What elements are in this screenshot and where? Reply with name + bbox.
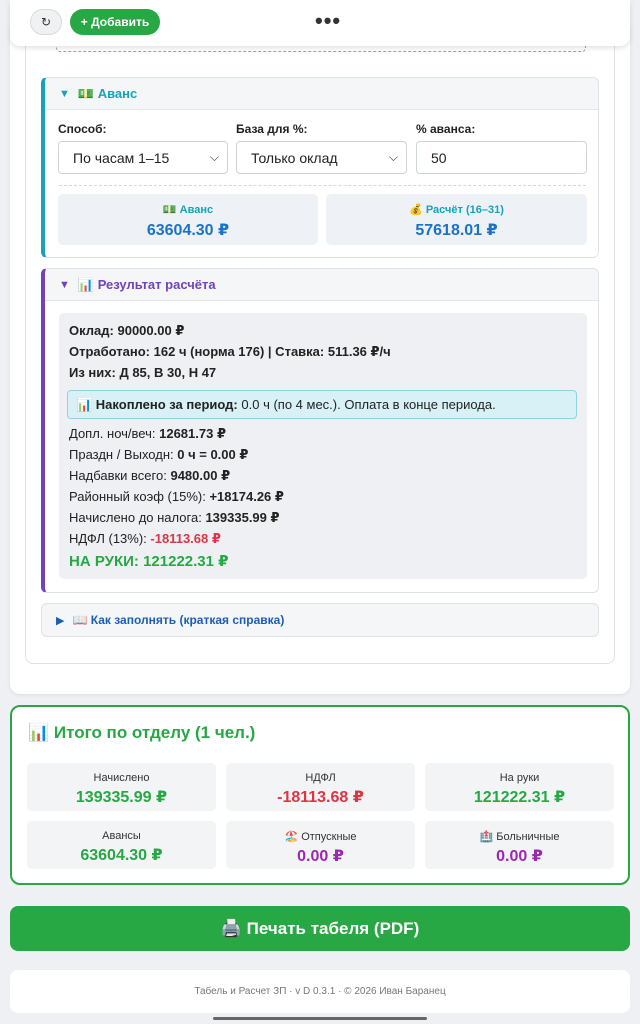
divider [59, 185, 586, 186]
base-select-value: Только оклад [251, 149, 338, 166]
summary-net: На руки 121222.31 ₽ [425, 763, 614, 811]
summary-vacation: 🏖️ Отпускные 0.00 ₽ [226, 821, 415, 869]
summary-accrued: Начислено 139335.99 ₽ [27, 763, 216, 811]
method-select-value: По часам 1–15 [73, 149, 170, 166]
avans-stat-label: 💵 Аванс [162, 204, 214, 216]
percent-input[interactable]: 50 [416, 141, 587, 174]
help-section-title: 📖 Как заполнять (краткая справка) [72, 613, 285, 627]
avans-stat-value: 63604.30 ₽ [146, 222, 230, 239]
night-line: Допл. ноч/веч: 12681.73 ₽ [69, 426, 226, 441]
percent-label: % аванса: [416, 122, 476, 136]
result-section-toggle[interactable]: ▼ 📊 Результат расчёта [45, 269, 598, 301]
split-line: Из них: Д 85, В 30, Н 47 [69, 365, 217, 380]
net-line: НА РУКИ: 121222.31 ₽ [69, 553, 229, 570]
percent-input-value: 50 [431, 149, 447, 166]
top-bar: ↻ + Добавить ••• [10, 0, 630, 46]
avans-section-title: 💵 Аванс [77, 85, 138, 101]
salary-line: Оклад: 90000.00 ₽ [69, 323, 185, 338]
summary-sick: 🏥 Больничные 0.00 ₽ [425, 821, 614, 869]
refresh-button[interactable]: ↻ [30, 9, 62, 35]
calc-stat-label: 💰 Расчёт (16–31) [409, 204, 504, 216]
gross-line: Начислено до налога: 139335.99 ₽ [69, 510, 280, 525]
print-timesheet-button[interactable]: 🖨️ Печать табеля (PDF) [10, 906, 630, 951]
result-body: Оклад: 90000.00 ₽ Отработано: 162 ч (нор… [59, 313, 587, 579]
holiday-line: Праздн / Выходн: 0 ч = 0.00 ₽ [69, 447, 249, 462]
triangle-down-icon: ▼ [59, 87, 70, 100]
triangle-down-icon: ▼ [59, 278, 70, 291]
method-select[interactable]: По часам 1–15 ⌵ [58, 141, 228, 174]
summary-tax: НДФЛ -18113.68 ₽ [226, 763, 415, 811]
avans-section-toggle[interactable]: ▼ 💵 Аванс [45, 78, 598, 110]
result-section: ▼ 📊 Результат расчёта Оклад: 90000.00 ₽ … [41, 268, 599, 593]
summary-title: 📊 Итого по отделу (1 чел.) [28, 723, 256, 742]
avans-stat: 💵 Аванс 63604.30 ₽ [58, 194, 318, 245]
chevron-down-icon: ⌵ [209, 150, 219, 164]
help-section-toggle[interactable]: ▶ 📖 Как заполнять (краткая справка) [41, 603, 599, 637]
result-section-title: 📊 Результат расчёта [77, 276, 216, 292]
refresh-icon: ↻ [40, 15, 52, 29]
tax-line: НДФЛ (13%): -18113.68 ₽ [69, 531, 221, 546]
regional-line: Районный коэф (15%): +18174.26 ₽ [69, 489, 284, 504]
avans-section: ▼ 💵 Аванс Способ: По часам 1–15 ⌵ База д… [41, 77, 599, 258]
calc-stat-value: 57618.01 ₽ [415, 222, 498, 239]
department-summary: 📊 Итого по отделу (1 чел.) Начислено 139… [10, 705, 630, 885]
worked-line: Отработано: 162 ч (норма 176) | Ставка: … [69, 344, 391, 359]
footer-text: Табель и Расчет ЗП · v D 0.3.1 · © 2026 … [194, 986, 446, 997]
summary-advances: Авансы 63604.30 ₽ [27, 821, 216, 869]
triangle-right-icon: ▶ [56, 614, 65, 627]
method-label: Способ: [58, 122, 107, 136]
bonus-line: Надбавки всего: 9480.00 ₽ [69, 468, 231, 483]
more-menu-icon[interactable]: ••• [315, 8, 341, 34]
footer: Табель и Расчет ЗП · v D 0.3.1 · © 2026 … [10, 970, 630, 1013]
home-indicator[interactable] [213, 1017, 427, 1020]
accumulated-note: 📊 Накоплено за период: 0.0 ч (по 4 мес.)… [67, 390, 577, 419]
calc-stat: 💰 Расчёт (16–31) 57618.01 ₽ [326, 194, 587, 245]
base-label: База для %: [236, 122, 308, 136]
add-button[interactable]: + Добавить [70, 9, 160, 35]
chevron-down-icon: ⌵ [388, 150, 398, 164]
base-select[interactable]: Только оклад ⌵ [236, 141, 407, 174]
